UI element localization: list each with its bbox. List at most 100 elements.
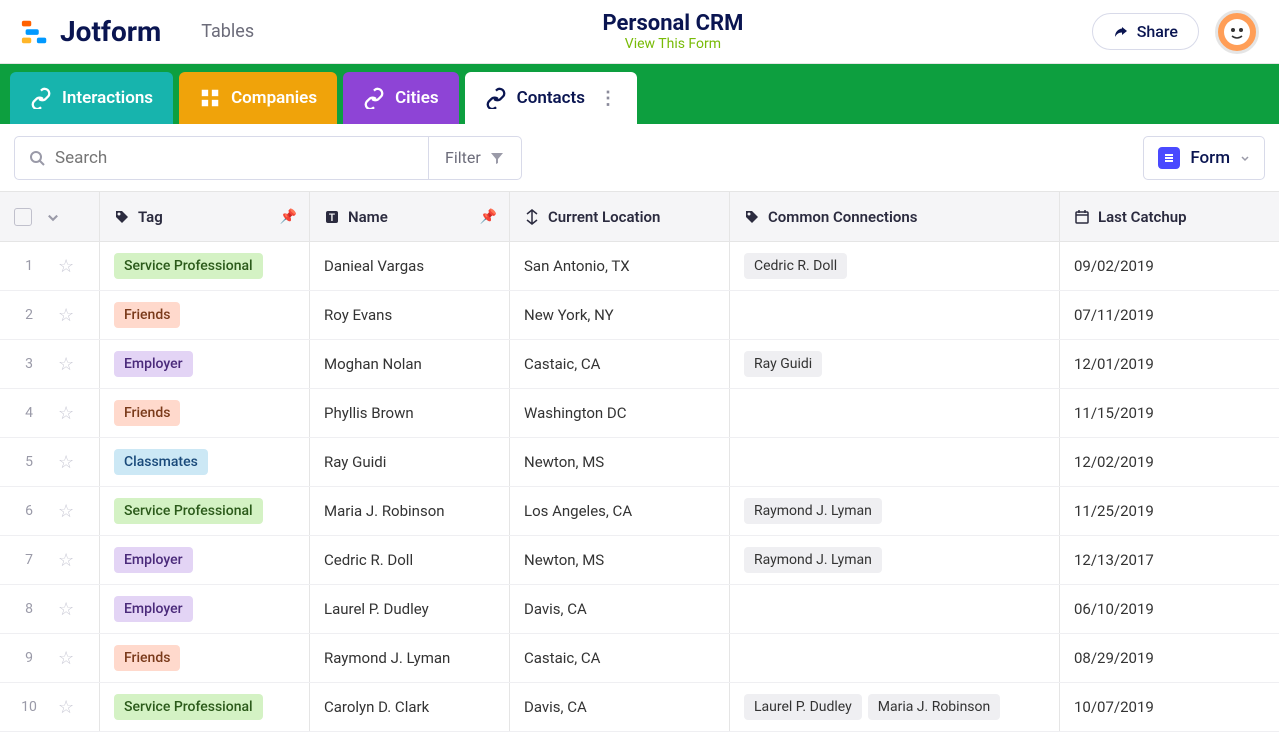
catchup-cell[interactable]: 07/11/2019 <box>1060 291 1270 339</box>
pin-icon[interactable]: 📌 <box>280 209 297 225</box>
tab-companies[interactable]: Companies <box>179 72 337 124</box>
location-cell[interactable]: Castaic, CA <box>510 340 730 388</box>
user-avatar[interactable] <box>1215 10 1259 54</box>
header-location[interactable]: Current Location <box>510 192 730 241</box>
search-input[interactable] <box>55 148 414 168</box>
form-view-button[interactable]: Form <box>1143 136 1265 180</box>
table-row[interactable]: 8☆EmployerLaurel P. DudleyDavis, CA06/10… <box>0 585 1279 634</box>
star-icon[interactable]: ☆ <box>58 599 74 620</box>
location-cell[interactable]: Washington DC <box>510 389 730 437</box>
star-icon[interactable]: ☆ <box>58 354 74 375</box>
row-number: 10 <box>14 699 44 715</box>
table-row[interactable]: 6☆Service ProfessionalMaria J. RobinsonL… <box>0 487 1279 536</box>
brand-logo[interactable]: Jotform <box>20 15 161 48</box>
tag-cell[interactable]: Friends <box>100 389 310 437</box>
connections-cell[interactable]: Laurel P. DudleyMaria J. Robinson <box>730 683 1060 731</box>
star-icon[interactable]: ☆ <box>58 697 74 718</box>
tag-cell[interactable]: Service Professional <box>100 683 310 731</box>
connections-cell[interactable] <box>730 438 1060 486</box>
search-wrap <box>14 136 429 180</box>
tag-cell[interactable]: Employer <box>100 340 310 388</box>
star-icon[interactable]: ☆ <box>58 256 74 277</box>
search-icon <box>29 150 45 166</box>
connection-chip: Raymond J. Lyman <box>744 547 882 573</box>
connection-chip: Ray Guidi <box>744 351 822 377</box>
table-row[interactable]: 3☆EmployerMoghan NolanCastaic, CARay Gui… <box>0 340 1279 389</box>
catchup-cell[interactable]: 12/13/2017 <box>1060 536 1270 584</box>
connections-cell[interactable]: Raymond J. Lyman <box>730 487 1060 535</box>
table-row[interactable]: 10 ☆ Service ProfessionalCarolyn D. ClarkD… <box>0 683 1279 732</box>
header-name[interactable]: T Name 📌 <box>310 192 510 241</box>
header-catchup[interactable]: Last Catchup <box>1060 192 1270 241</box>
table-row[interactable]: 2☆FriendsRoy EvansNew York, NY07/11/2019 <box>0 291 1279 340</box>
name-cell[interactable]: Cedric R. Doll <box>310 536 510 584</box>
tag-cell[interactable]: Friends <box>100 291 310 339</box>
tag-cell[interactable]: Employer <box>100 536 310 584</box>
tab-menu-icon[interactable]: ⋮ <box>599 88 617 109</box>
table-row[interactable]: 1☆Service ProfessionalDanieal VargasSan … <box>0 242 1279 291</box>
row-index-cell: 7☆ <box>0 536 100 584</box>
location-cell[interactable]: Castaic, CA <box>510 634 730 682</box>
tag-chip: Friends <box>114 645 180 671</box>
connections-cell[interactable]: Raymond J. Lyman <box>730 536 1060 584</box>
name-cell[interactable]: Moghan Nolan <box>310 340 510 388</box>
catchup-cell[interactable]: 12/02/2019 <box>1060 438 1270 486</box>
name-cell[interactable]: Maria J. Robinson <box>310 487 510 535</box>
view-form-link[interactable]: View This Form <box>625 36 721 52</box>
connections-cell[interactable] <box>730 291 1060 339</box>
tab-contacts[interactable]: Contacts ⋮ <box>465 72 637 124</box>
star-icon[interactable]: ☆ <box>58 305 74 326</box>
location-cell[interactable]: Davis, CA <box>510 585 730 633</box>
location-cell[interactable]: New York, NY <box>510 291 730 339</box>
location-cell[interactable]: San Antonio, TX <box>510 242 730 290</box>
location-cell[interactable]: Newton, MS <box>510 438 730 486</box>
table-row[interactable]: 7☆EmployerCedric R. DollNewton, MS Raymon… <box>0 536 1279 585</box>
catchup-cell[interactable]: 11/15/2019 <box>1060 389 1270 437</box>
pin-icon[interactable]: 📌 <box>480 209 497 225</box>
name-cell[interactable]: Raymond J. Lyman <box>310 634 510 682</box>
chevron-down-icon[interactable] <box>46 210 60 224</box>
star-icon[interactable]: ☆ <box>58 452 74 473</box>
tab-interactions[interactable]: Interactions <box>10 72 173 124</box>
connections-cell[interactable] <box>730 389 1060 437</box>
location-cell[interactable]: Newton, MS <box>510 536 730 584</box>
share-button[interactable]: Share <box>1092 13 1199 50</box>
name-cell[interactable]: Roy Evans <box>310 291 510 339</box>
star-icon[interactable]: ☆ <box>58 648 74 669</box>
catchup-cell[interactable]: 12/01/2019 <box>1060 340 1270 388</box>
tab-cities[interactable]: Cities <box>343 72 459 124</box>
catchup-cell[interactable]: 09/02/2019 <box>1060 242 1270 290</box>
tag-cell[interactable]: Classmates <box>100 438 310 486</box>
connections-cell[interactable]: Cedric R. Doll <box>730 242 1060 290</box>
header-connections[interactable]: Common Connections <box>730 192 1060 241</box>
catchup-cell[interactable]: 11/25/2019 <box>1060 487 1270 535</box>
connections-cell[interactable]: Ray Guidi <box>730 340 1060 388</box>
connections-cell[interactable] <box>730 585 1060 633</box>
table-row[interactable]: 5☆ClassmatesRay GuidiNewton, MS12/02/201… <box>0 438 1279 487</box>
location-cell[interactable]: Los Angeles, CA <box>510 487 730 535</box>
star-icon[interactable]: ☆ <box>58 403 74 424</box>
name-cell[interactable]: Danieal Vargas <box>310 242 510 290</box>
catchup-cell[interactable]: 06/10/2019 <box>1060 585 1270 633</box>
tag-cell[interactable]: Service Professional <box>100 487 310 535</box>
header-tag[interactable]: Tag 📌 <box>100 192 310 241</box>
name-cell[interactable]: Ray Guidi <box>310 438 510 486</box>
name-cell[interactable]: Laurel P. Dudley <box>310 585 510 633</box>
star-icon[interactable]: ☆ <box>58 501 74 522</box>
catchup-cell[interactable]: 08/29/2019 <box>1060 634 1270 682</box>
name-cell[interactable]: Phyllis Brown <box>310 389 510 437</box>
tag-cell[interactable]: Service Professional <box>100 242 310 290</box>
tag-chip: Classmates <box>114 449 208 475</box>
table-row[interactable]: 4☆FriendsPhyllis BrownWashington DC11/15… <box>0 389 1279 438</box>
filter-button[interactable]: Filter <box>429 136 522 180</box>
tag-cell[interactable]: Friends <box>100 634 310 682</box>
name-cell[interactable]: Carolyn D. Clark <box>310 683 510 731</box>
star-icon[interactable]: ☆ <box>58 550 74 571</box>
table-row[interactable]: 9☆FriendsRaymond J. LymanCastaic, CA08/2… <box>0 634 1279 683</box>
location-cell[interactable]: Davis, CA <box>510 683 730 731</box>
tag-cell[interactable]: Employer <box>100 585 310 633</box>
nav-tables-link[interactable]: Tables <box>201 21 254 42</box>
select-all-checkbox[interactable] <box>14 208 32 226</box>
connections-cell[interactable] <box>730 634 1060 682</box>
catchup-cell[interactable]: 10/07/2019 <box>1060 683 1270 731</box>
